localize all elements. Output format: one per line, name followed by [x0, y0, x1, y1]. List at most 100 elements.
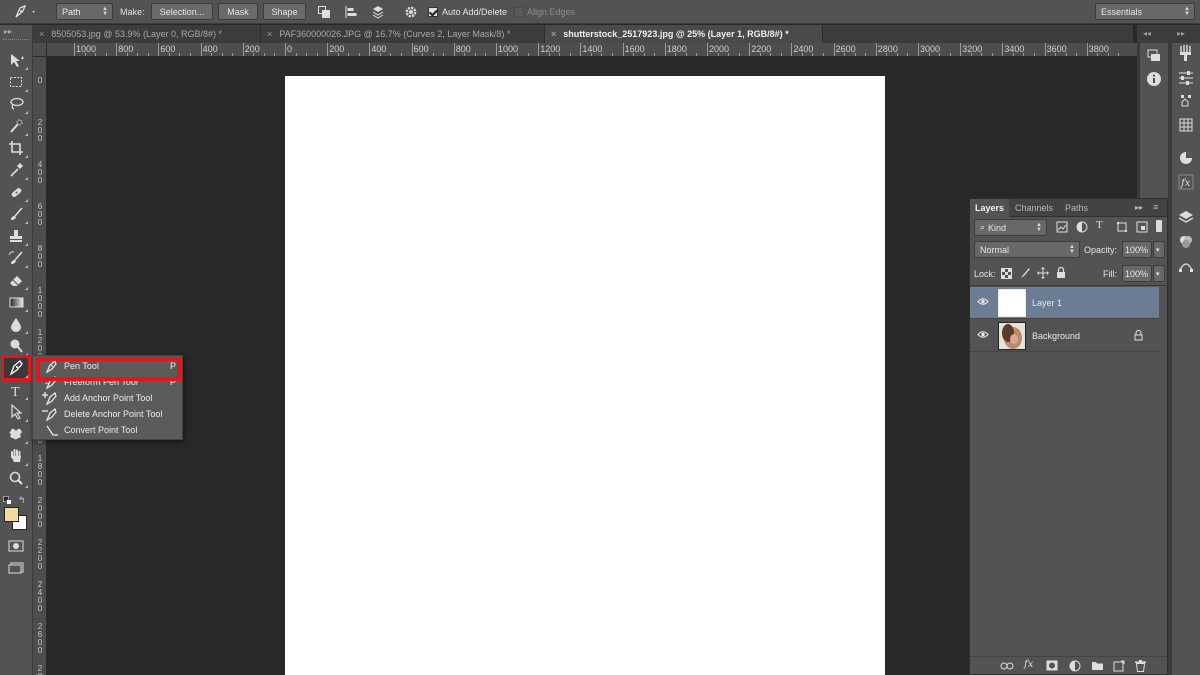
- type-tool-button[interactable]: T: [4, 380, 28, 400]
- history-panel-icon[interactable]: [1144, 46, 1164, 66]
- horizontal-ruler[interactable]: 1000 800 600 400 200 0 200 400 600 800 1000 1200 140…: [47, 43, 1137, 57]
- blend-mode-select[interactable]: Normal ▲ ▼: [974, 241, 1080, 258]
- dodge-button[interactable]: [4, 336, 28, 356]
- opacity-input[interactable]: 100%: [1122, 241, 1152, 258]
- new-layer-icon[interactable]: [1113, 660, 1125, 672]
- styles-fx-icon[interactable]: fx: [1176, 172, 1196, 192]
- gear-icon[interactable]: [404, 0, 418, 24]
- path-alignment-icon[interactable]: [344, 0, 358, 24]
- info-icon[interactable]: [1144, 69, 1164, 89]
- add-layer-mask-icon[interactable]: [1046, 660, 1058, 671]
- lock-all-icon[interactable]: [1056, 267, 1066, 279]
- crop-button[interactable]: [4, 138, 28, 158]
- gradient-button[interactable]: [4, 292, 28, 312]
- workspace-select[interactable]: Essentials ▲ ▼: [1095, 3, 1195, 20]
- toolbar-grip[interactable]: [3, 39, 29, 41]
- filter-toggle-icon[interactable]: [1156, 220, 1162, 232]
- clone-stamp-button[interactable]: [4, 226, 28, 246]
- opacity-dropdown-icon[interactable]: ▾: [1153, 241, 1165, 258]
- collapse-panel-icon[interactable]: ▸▸: [1135, 203, 1143, 212]
- document-tab-2[interactable]: × PAF360000026.JPG @ 16.7% (Curves 2, La…: [261, 25, 545, 43]
- eyedropper-button[interactable]: [4, 160, 28, 180]
- filter-adjustment-icon[interactable]: [1076, 221, 1088, 233]
- swap-colors-icon[interactable]: ↰: [18, 495, 26, 506]
- tool-preset-picker[interactable]: [12, 0, 38, 24]
- filter-type-icon[interactable]: T: [1096, 219, 1103, 231]
- path-mode-select[interactable]: Path ▲ ▼: [56, 3, 113, 20]
- foreground-color-swatch[interactable]: [4, 507, 19, 522]
- swatches-grid-icon[interactable]: [1176, 115, 1196, 135]
- close-tab-icon[interactable]: ×: [551, 29, 556, 39]
- ruler-minor-tick: [189, 53, 191, 56]
- trash-icon[interactable]: [1135, 660, 1146, 672]
- layer-lock-icon[interactable]: [1134, 330, 1143, 341]
- close-tab-icon[interactable]: ×: [39, 29, 44, 39]
- lock-image-icon[interactable]: [1019, 267, 1031, 279]
- layer-name[interactable]: Layer 1: [1032, 298, 1062, 308]
- mask-button[interactable]: Mask: [218, 3, 258, 20]
- quick-mask-icon[interactable]: [8, 540, 24, 552]
- tab-channels[interactable]: Channels: [1010, 199, 1058, 217]
- quick-selection-button[interactable]: [4, 116, 28, 136]
- ruler-corner[interactable]: [33, 43, 47, 57]
- path-selection-button[interactable]: [4, 402, 28, 422]
- pen-tool-button[interactable]: [1, 355, 31, 381]
- brush-button[interactable]: [4, 204, 28, 224]
- adjustment-sliders-icon[interactable]: [1176, 67, 1196, 87]
- paths-panel-icon[interactable]: [1176, 256, 1196, 276]
- color-panel-icon[interactable]: [1176, 148, 1196, 168]
- adjustment-layer-icon[interactable]: [1069, 660, 1081, 672]
- brush-presets-icon[interactable]: [1176, 43, 1196, 63]
- default-colors-icon[interactable]: [3, 496, 12, 505]
- filter-smart-object-icon[interactable]: [1136, 221, 1148, 233]
- hand-tool-button[interactable]: [4, 446, 28, 466]
- selection-button[interactable]: Selection...: [151, 3, 213, 20]
- visibility-eye-icon[interactable]: [977, 330, 989, 339]
- path-operations-icon[interactable]: [317, 0, 331, 24]
- panel-menu-icon[interactable]: ≡: [1153, 202, 1158, 212]
- lock-position-icon[interactable]: [1037, 267, 1049, 279]
- auto-add-delete-checkbox[interactable]: [428, 0, 438, 24]
- close-tab-icon[interactable]: ×: [267, 29, 272, 39]
- path-arrangement-icon[interactable]: [371, 0, 389, 24]
- lasso-button[interactable]: [4, 94, 28, 114]
- move-tool-button[interactable]: [4, 50, 28, 70]
- screen-mode-icon[interactable]: [8, 562, 24, 574]
- layer-row-background[interactable]: Background: [970, 320, 1159, 352]
- layer-row-layer-1[interactable]: Layer 1: [970, 287, 1159, 319]
- expand-dock-icon[interactable]: ◂◂: [1143, 29, 1151, 38]
- layer-style-fx-icon[interactable]: fx: [1024, 659, 1033, 670]
- document-tab-3[interactable]: × shutterstock_2517923.jpg @ 25% (Layer …: [545, 25, 823, 43]
- fill-input[interactable]: 100%: [1122, 265, 1152, 282]
- layer-name[interactable]: Background: [1032, 331, 1080, 341]
- tab-paths[interactable]: Paths: [1060, 199, 1093, 217]
- rectangular-marquee-button[interactable]: [4, 72, 28, 92]
- fill-dropdown-icon[interactable]: ▾: [1153, 265, 1165, 282]
- visibility-eye-icon[interactable]: [977, 297, 989, 306]
- layers-panel-icon[interactable]: [1176, 208, 1196, 228]
- flyout-convert-point-tool[interactable]: Convert Point Tool: [33, 422, 182, 438]
- history-brush-button[interactable]: [4, 248, 28, 268]
- collapse-toolbar-icon[interactable]: ▸▸: [4, 27, 12, 36]
- new-group-folder-icon[interactable]: [1091, 660, 1104, 671]
- shape-button[interactable]: Shape: [263, 3, 306, 20]
- spot-healing-button[interactable]: [4, 182, 28, 202]
- zoom-tool-button[interactable]: [4, 468, 28, 488]
- custom-shape-button[interactable]: [4, 424, 28, 444]
- document-canvas[interactable]: [285, 76, 885, 675]
- clone-source-icon[interactable]: [1176, 91, 1196, 111]
- tab-layers[interactable]: Layers: [970, 199, 1010, 217]
- eraser-button[interactable]: [4, 270, 28, 290]
- layer-filter-kind-select[interactable]: ⌕ Kind ▲ ▼: [974, 219, 1047, 236]
- align-edges-checkbox[interactable]: [514, 0, 524, 24]
- lock-transparent-icon[interactable]: [1001, 268, 1012, 279]
- flyout-add-anchor-point-tool[interactable]: Add Anchor Point Tool: [33, 390, 182, 406]
- blur-button[interactable]: [4, 314, 28, 334]
- filter-shape-icon[interactable]: [1116, 221, 1128, 233]
- channels-panel-icon[interactable]: [1176, 232, 1196, 252]
- document-tab-1[interactable]: × 8505053.jpg @ 53.9% (Layer 0, RGB/8#) …: [33, 25, 261, 43]
- collapse-dock-icon[interactable]: ▸▸: [1177, 29, 1185, 38]
- filter-pixel-icon[interactable]: [1056, 221, 1068, 233]
- flyout-delete-anchor-point-tool[interactable]: Delete Anchor Point Tool: [33, 406, 182, 422]
- link-layers-icon[interactable]: [1000, 661, 1014, 671]
